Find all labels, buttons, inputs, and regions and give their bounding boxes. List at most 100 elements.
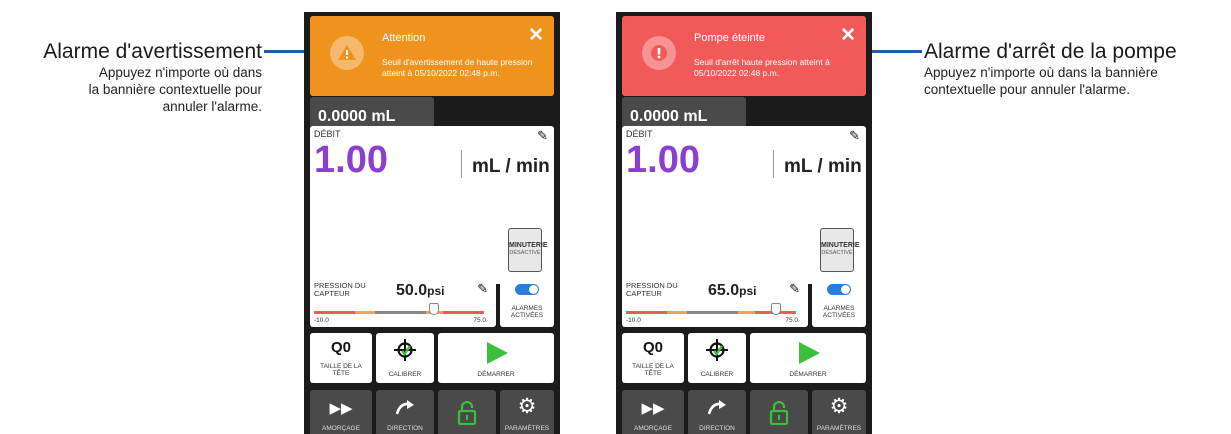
flow-rate-label: DÉBIT [626, 129, 653, 139]
edit-pencil-icon[interactable]: ✎ [537, 128, 548, 144]
callout-desc-line: Appuyez n'importe où dans la bannière [924, 65, 1158, 80]
banner-message: Seuil d'avertissement de haute pression … [382, 57, 533, 78]
callout-desc-line: la bannière contextuelle pour [88, 82, 262, 97]
alarms-toggle-panel[interactable]: ALARMES ACTIVÉES [812, 277, 866, 327]
lock-button[interactable] [438, 390, 496, 434]
callout-desc-line: annuler l'alarme. [162, 99, 262, 114]
pressure-max: 75.0 [785, 317, 798, 324]
sensor-pressure-panel[interactable]: PRESSION DU CAPTEUR 50.0psi ✎ -10.0 75.0 [310, 277, 496, 327]
banner-message: Seuil d'arrêt haute pression atteint à 0… [694, 57, 830, 78]
warning-alarm-callout: Alarme d'avertissement Appuyez n'importe… [0, 40, 262, 115]
pressure-max: 75.0 [473, 317, 486, 324]
head-size-button[interactable]: Q0 TAILLE DE LA TÊTE [310, 333, 372, 383]
pressure-slider-thumb[interactable] [429, 303, 440, 315]
banner-icon-circle [330, 36, 364, 70]
timer-button[interactable]: MINUTERIE DÉSACTIVÉ [820, 228, 860, 272]
sensor-pressure-panel[interactable]: PRESSION DU CAPTEUR 65.0psi ✎ -10.0 75.0 [622, 277, 808, 327]
start-button[interactable]: DÉMARRER [438, 333, 554, 383]
callout-desc-line: contextuelle pour annuler l'alarme. [924, 82, 1130, 97]
prime-label: AMORÇAGE [322, 425, 360, 432]
close-icon[interactable]: ✕ [840, 24, 856, 47]
callout-desc-line: Appuyez n'importe où dans [98, 65, 262, 80]
divider [461, 150, 462, 178]
pressure-min: -10.0 [314, 317, 329, 324]
alarms-toggle-switch[interactable] [515, 284, 539, 295]
settings-label: PARAMÈTRES [504, 425, 550, 432]
flow-rate-unit: mL / min [784, 156, 862, 177]
flow-rate-value: 1.00 [314, 139, 388, 181]
direction-button[interactable]: DIRECTION [376, 390, 434, 434]
edit-pencil-icon[interactable]: ✎ [477, 281, 488, 297]
pressure-label: PRESSION DU CAPTEUR [626, 281, 678, 298]
pressure-value: 65.0psi [708, 282, 757, 299]
fast-forward-icon: ▶▶ [329, 400, 353, 417]
settings-button[interactable]: ⚙ PARAMÈTRES [812, 390, 866, 434]
settings-button[interactable]: ⚙ PARAMÈTRES [500, 390, 554, 434]
timer-status: DÉSACTIVÉ [509, 250, 541, 256]
divider [773, 150, 774, 178]
start-label: DÉMARRER [477, 371, 515, 378]
head-size-value: Q0 [642, 339, 663, 356]
pressure-label: PRESSION DU CAPTEUR [314, 281, 366, 298]
alarms-label: ALARMES ACTIVÉES [822, 305, 856, 319]
edit-pencil-icon[interactable]: ✎ [849, 128, 860, 144]
pump-screen-stop: 0.0000 mL DÉBIT ✎ 1.00 mL / min MINUTERI… [616, 12, 872, 434]
unlocked-padlock-icon [769, 401, 789, 425]
alarm-banner[interactable]: Attention Seuil d'avertissement de haute… [310, 16, 554, 96]
unlocked-padlock-icon [457, 401, 477, 425]
head-size-button[interactable]: Q0 TAILLE DE LA TÊTE [622, 333, 684, 383]
rotate-arrow-icon [395, 400, 414, 415]
calibrate-label: CALIBRER [700, 371, 734, 378]
head-size-value: Q0 [330, 339, 351, 356]
calibrate-button[interactable]: CALIBRER [688, 333, 746, 383]
calibrate-button[interactable]: CALIBRER [376, 333, 434, 383]
pressure-slider-track [314, 311, 484, 314]
pressure-value: 50.0psi [396, 282, 445, 299]
play-icon [487, 342, 508, 364]
flow-rate-panel[interactable]: DÉBIT ✎ 1.00 mL / min MINUTERIE DÉSACTIV… [310, 126, 554, 284]
prime-button[interactable]: ▶▶ AMORÇAGE [310, 390, 372, 434]
error-exclamation-icon [651, 45, 667, 61]
banner-title: Attention [382, 32, 426, 44]
flow-rate-unit: mL / min [472, 156, 550, 177]
lock-button[interactable] [750, 390, 808, 434]
timer-button[interactable]: MINUTERIE DÉSACTIVÉ [508, 228, 548, 272]
fast-forward-icon: ▶▶ [641, 400, 665, 417]
settings-label: PARAMÈTRES [816, 425, 862, 432]
flow-rate-panel[interactable]: DÉBIT ✎ 1.00 mL / min MINUTERIE DÉSACTIV… [622, 126, 866, 284]
prime-label: AMORÇAGE [634, 425, 672, 432]
alarms-label: ALARMES ACTIVÉES [510, 305, 544, 319]
flow-rate-label: DÉBIT [314, 129, 341, 139]
stop-alarm-callout: Alarme d'arrêt de la pompe Appuyez n'imp… [924, 40, 1229, 98]
timer-label: MINUTERIE [821, 242, 860, 249]
rotate-arrow-icon [707, 400, 726, 415]
calibrate-crosshair-icon [706, 339, 728, 361]
pump-screen-warning: 0.0000 mL DÉBIT ✎ 1.00 mL / min MINUTERI… [304, 12, 560, 434]
gear-icon: ⚙ [829, 395, 849, 418]
head-size-label: TAILLE DE LA TÊTE [320, 363, 362, 377]
direction-label: DIRECTION [387, 425, 423, 432]
timer-status: DÉSACTIVÉ [821, 250, 853, 256]
callout-title: Alarme d'avertissement [43, 40, 262, 63]
pressure-slider-thumb[interactable] [770, 303, 781, 315]
alarms-toggle-panel[interactable]: ALARMES ACTIVÉES [500, 277, 554, 327]
head-size-label: TAILLE DE LA TÊTE [632, 363, 674, 377]
calibrate-crosshair-icon [394, 339, 416, 361]
prime-button[interactable]: ▶▶ AMORÇAGE [622, 390, 684, 434]
banner-title: Pompe éteinte [694, 32, 765, 44]
banner-icon-circle [642, 36, 676, 70]
alarms-toggle-switch[interactable] [827, 284, 851, 295]
direction-label: DIRECTION [699, 425, 735, 432]
start-label: DÉMARRER [789, 371, 827, 378]
flow-rate-value: 1.00 [626, 139, 700, 181]
alarm-banner[interactable]: Pompe éteinte Seuil d'arrêt haute pressi… [622, 16, 866, 96]
callout-title: Alarme d'arrêt de la pompe [924, 40, 1177, 63]
edit-pencil-icon[interactable]: ✎ [789, 281, 800, 297]
calibrate-label: CALIBRER [388, 371, 422, 378]
timer-label: MINUTERIE [509, 242, 548, 249]
direction-button[interactable]: DIRECTION [688, 390, 746, 434]
close-icon[interactable]: ✕ [528, 24, 544, 47]
warning-triangle-icon [338, 45, 356, 60]
play-icon [799, 342, 820, 364]
start-button[interactable]: DÉMARRER [750, 333, 866, 383]
